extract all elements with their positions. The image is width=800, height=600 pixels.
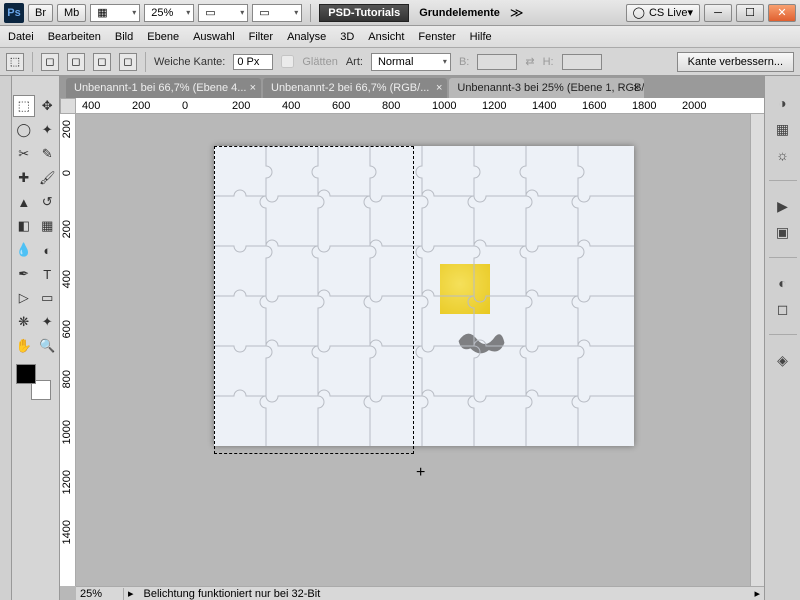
add-selection-icon[interactable]: ◻	[67, 53, 85, 71]
dodge-tool-icon[interactable]: ◐	[37, 239, 59, 261]
status-arrow2-icon[interactable]: ▸	[750, 587, 764, 600]
status-message: Belichtung funktioniert nur bei 32-Bit	[138, 588, 751, 600]
chevron-right-icon[interactable]: ≫	[510, 5, 524, 21]
brush-tool-icon[interactable]: 🖌	[37, 167, 59, 189]
eraser-tool-icon[interactable]: ◧	[13, 215, 35, 237]
style-dropdown[interactable]: Normal	[371, 53, 451, 71]
styles-panel-icon[interactable]: ☼	[772, 144, 794, 166]
color-swatches[interactable]	[16, 364, 55, 400]
menu-filter[interactable]: Filter	[249, 31, 273, 43]
vertical-ruler[interactable]: 2000200400600800100012001400	[60, 114, 76, 586]
cslive-button[interactable]: ◯CS Live ▾	[626, 4, 700, 22]
ruler-origin[interactable]	[60, 98, 76, 114]
doc-tab-2[interactable]: Unbenannt-2 bei 66,7% (RGB/...	[263, 78, 447, 98]
menu-hilfe[interactable]: Hilfe	[470, 31, 492, 43]
history-brush-icon[interactable]: ↺	[37, 191, 59, 213]
feather-label: Weiche Kante:	[154, 56, 225, 68]
menu-fenster[interactable]: Fenster	[418, 31, 455, 43]
document-canvas[interactable]	[214, 146, 634, 446]
path-tool-icon[interactable]: ▷	[13, 287, 35, 309]
zoom-dropdown[interactable]: 25%	[144, 4, 194, 22]
document-tabs: Unbenannt-1 bei 66,7% (Ebene 4... Unbena…	[60, 76, 764, 98]
work-area: Unbenannt-1 bei 66,7% (Ebene 4... Unbena…	[60, 76, 764, 600]
screen-mode-dropdown[interactable]: ▦	[90, 4, 140, 22]
zoom-tool-icon[interactable]: 🔍	[37, 335, 59, 357]
3d-tool-icon[interactable]: ❋	[13, 311, 35, 333]
adjustments-panel-icon[interactable]: ◐	[772, 272, 794, 294]
feather-input[interactable]	[233, 54, 273, 70]
crosshair-cursor-icon: +	[416, 464, 425, 482]
color-panel-icon[interactable]: ◑	[772, 92, 794, 114]
menu-3d[interactable]: 3D	[340, 31, 354, 43]
ps-logo-icon: Ps	[4, 3, 24, 23]
gradient-tool-icon[interactable]: ▦	[37, 215, 59, 237]
right-panel: ◑ ▦ ☼ ▶ ▣ ◐ ◻ ◈	[764, 76, 800, 600]
width-label: B:	[459, 56, 469, 68]
3d-camera-icon[interactable]: ✦	[37, 311, 59, 333]
antialias-label: Glätten	[302, 56, 337, 68]
move-tool-icon[interactable]: ✥	[37, 95, 59, 117]
actions-panel-icon[interactable]: ▶	[772, 195, 794, 217]
masks-panel-icon[interactable]: ◻	[772, 298, 794, 320]
workspace-name[interactable]: Grundelemente	[413, 7, 506, 19]
options-bar: ⬚ ◻ ◻ ◻ ◻ Weiche Kante: Glätten Art: Nor…	[0, 48, 800, 76]
link-icon: ⇄	[525, 55, 534, 68]
close-button[interactable]: ✕	[768, 4, 796, 22]
hand-tool-icon[interactable]: ✋	[13, 335, 35, 357]
style-label: Art:	[346, 56, 363, 68]
pen-tool-icon[interactable]: ✒	[13, 263, 35, 285]
arrange-dropdown[interactable]: ▭	[198, 4, 248, 22]
shape-tool-icon[interactable]: ▭	[37, 287, 59, 309]
toolbox: ⬚✥ ◯✦ ✂✎ ✚🖌 ▲↺ ◧▦ 💧◐ ✒T ▷▭ ❋✦ ✋🔍	[12, 76, 60, 600]
menu-bar: Datei Bearbeiten Bild Ebene Auswahl Filt…	[0, 26, 800, 48]
menu-auswahl[interactable]: Auswahl	[193, 31, 235, 43]
lasso-tool-icon[interactable]: ◯	[13, 119, 35, 141]
status-bar: 25% ▸ Belichtung funktioniert nur bei 32…	[76, 586, 764, 600]
status-zoom[interactable]: 25%	[76, 588, 124, 600]
app-label[interactable]: PSD-Tutorials	[319, 4, 409, 22]
blur-tool-icon[interactable]: 💧	[13, 239, 35, 261]
subtract-selection-icon[interactable]: ◻	[93, 53, 111, 71]
new-selection-icon[interactable]: ◻	[41, 53, 59, 71]
menu-ansicht[interactable]: Ansicht	[368, 31, 404, 43]
menu-bearbeiten[interactable]: Bearbeiten	[48, 31, 101, 43]
swatches-panel-icon[interactable]: ▦	[772, 118, 794, 140]
title-bar: Ps Br Mb ▦ 25% ▭ ▭ PSD-Tutorials Grundel…	[0, 0, 800, 26]
antialias-checkbox	[281, 55, 294, 68]
minimize-button[interactable]: ─	[704, 4, 732, 22]
puzzle-grid	[214, 146, 634, 446]
horizontal-ruler[interactable]: 4002000200400600800100012001400160018002…	[76, 98, 764, 114]
status-arrow-icon[interactable]: ▸	[124, 587, 138, 600]
doc-tab-1[interactable]: Unbenannt-1 bei 66,7% (Ebene 4...	[66, 78, 261, 98]
layers-comp-icon[interactable]: ▣	[772, 221, 794, 243]
refine-edge-button[interactable]: Kante verbessern...	[677, 52, 794, 72]
marquee-tool-icon[interactable]: ⬚	[13, 95, 35, 117]
type-tool-icon[interactable]: T	[37, 263, 59, 285]
menu-ebene[interactable]: Ebene	[147, 31, 179, 43]
height-label: H:	[543, 56, 554, 68]
foreground-color-swatch[interactable]	[16, 364, 36, 384]
bridge-button[interactable]: Br	[28, 4, 53, 22]
wand-tool-icon[interactable]: ✦	[37, 119, 59, 141]
width-input	[477, 54, 517, 70]
menu-datei[interactable]: Datei	[8, 31, 34, 43]
layers-panel-icon[interactable]: ◈	[772, 349, 794, 371]
canvas-viewport[interactable]: +	[76, 114, 750, 586]
height-input	[562, 54, 602, 70]
heal-tool-icon[interactable]: ✚	[13, 167, 35, 189]
extras-dropdown[interactable]: ▭	[252, 4, 302, 22]
doc-tab-3[interactable]: Unbenannt-3 bei 25% (Ebene 1, RGB/8) *	[449, 78, 644, 98]
minibridge-button[interactable]: Mb	[57, 4, 86, 22]
vertical-scrollbar[interactable]	[750, 114, 764, 586]
stamp-tool-icon[interactable]: ▲	[13, 191, 35, 213]
left-gutter	[0, 76, 12, 600]
intersect-selection-icon[interactable]: ◻	[119, 53, 137, 71]
tool-preset-icon[interactable]: ⬚	[6, 53, 24, 71]
menu-analyse[interactable]: Analyse	[287, 31, 326, 43]
crop-tool-icon[interactable]: ✂	[13, 143, 35, 165]
maximize-button[interactable]: ☐	[736, 4, 764, 22]
menu-bild[interactable]: Bild	[115, 31, 133, 43]
eyedropper-tool-icon[interactable]: ✎	[37, 143, 59, 165]
